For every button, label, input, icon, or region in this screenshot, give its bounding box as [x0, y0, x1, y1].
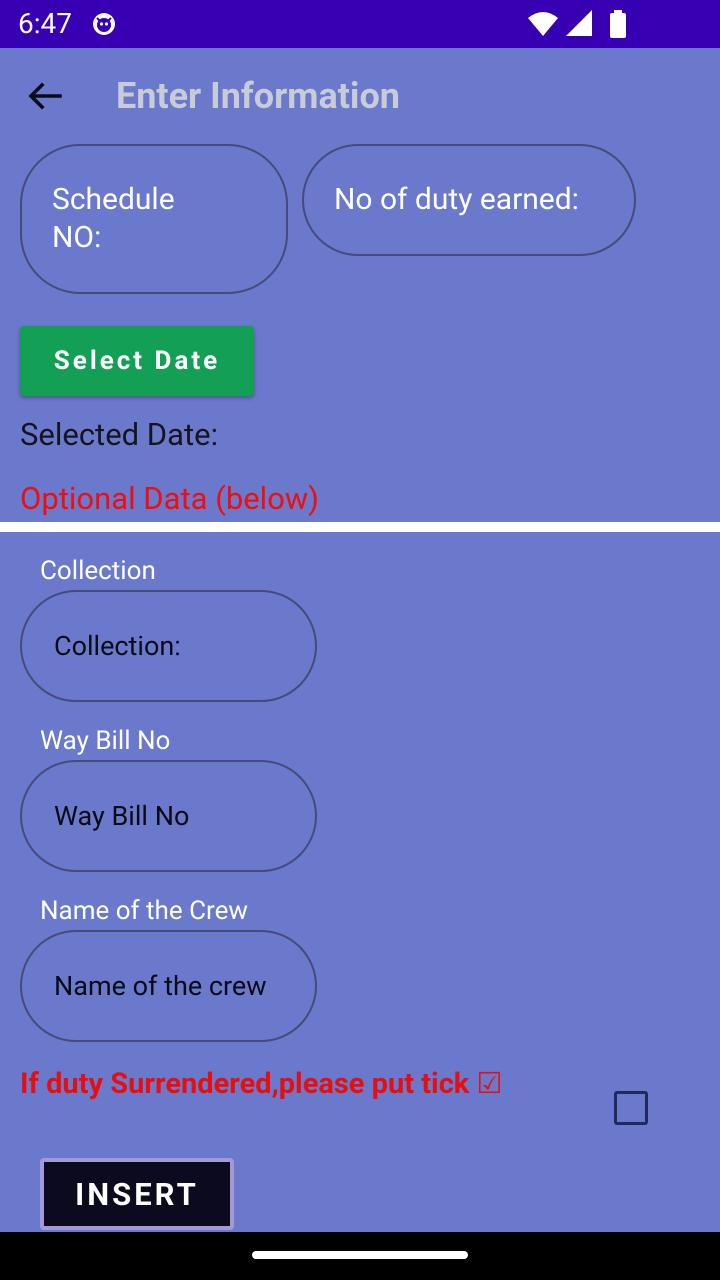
arrow-back-icon[interactable]	[24, 76, 72, 116]
selected-date-label: Selected Date:	[20, 416, 219, 453]
select-date-button[interactable]: Select Date	[20, 326, 254, 396]
app-notification-icon	[92, 12, 116, 36]
insert-button[interactable]: INSERT	[40, 1158, 234, 1230]
page-title: Enter Information	[116, 75, 400, 117]
crew-hint: Name of the crew	[54, 970, 267, 1002]
home-handle[interactable]	[252, 1251, 468, 1259]
signal-icon	[566, 10, 592, 36]
wifi-icon	[528, 12, 558, 36]
schedule-no-input[interactable]: Schedule NO:	[20, 144, 288, 294]
crew-label: Name of the Crew	[40, 896, 248, 926]
surrender-checkbox[interactable]	[614, 1091, 648, 1125]
divider	[0, 522, 720, 532]
optional-data-label: Optional Data (below)	[20, 480, 319, 517]
status-bar: 6:47	[0, 0, 720, 48]
navigation-bar	[0, 1232, 720, 1280]
crew-input[interactable]: Name of the crew	[20, 930, 317, 1042]
waybill-input[interactable]: Way Bill No	[20, 760, 317, 872]
collection-label: Collection	[40, 556, 156, 586]
status-time: 6:47	[18, 7, 72, 40]
collection-hint: Collection:	[54, 630, 181, 662]
app-toolbar: Enter Information	[0, 48, 720, 144]
collection-input[interactable]: Collection:	[20, 590, 317, 702]
surrender-instruction: If duty Surrendered,please put tick ☑	[20, 1067, 503, 1101]
battery-icon	[610, 10, 626, 38]
waybill-label: Way Bill No	[40, 726, 171, 756]
schedule-no-hint: Schedule NO:	[52, 182, 175, 255]
duty-earned-hint: No of duty earned:	[334, 182, 579, 217]
waybill-hint: Way Bill No	[54, 800, 190, 832]
duty-earned-input[interactable]: No of duty earned:	[302, 144, 636, 256]
